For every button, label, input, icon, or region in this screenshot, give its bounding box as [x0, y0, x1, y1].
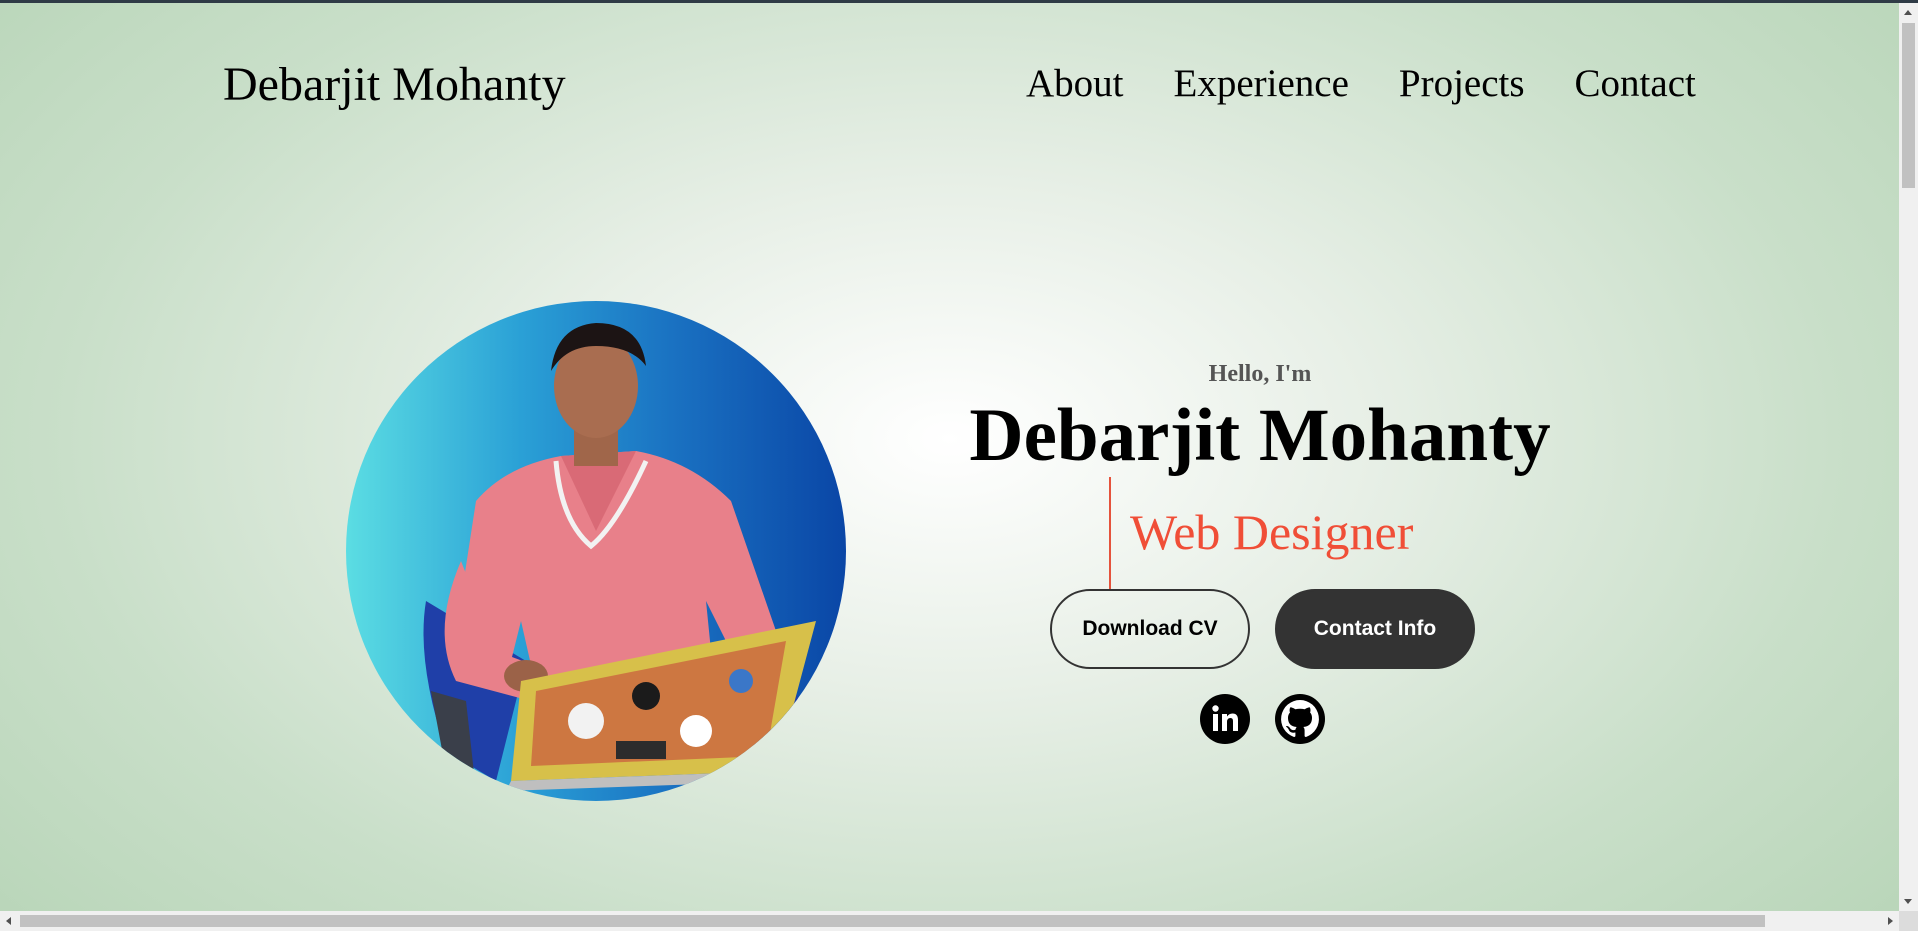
nav-link-about[interactable]: About [1026, 61, 1124, 106]
horizontal-scrollbar[interactable] [0, 911, 1899, 931]
contact-info-button[interactable]: Contact Info [1275, 589, 1475, 669]
download-cv-button[interactable]: Download CV [1050, 589, 1250, 669]
typing-cursor-line [1109, 477, 1111, 589]
vertical-scrollbar[interactable] [1899, 3, 1918, 911]
vertical-scroll-thumb[interactable] [1902, 23, 1915, 188]
main-nav: About Experience Projects Contact [1026, 61, 1696, 106]
scroll-down-arrow-icon[interactable] [1904, 899, 1912, 904]
hero-greeting: Hello, I'm [1208, 361, 1312, 387]
hero-role: Web Designer [1130, 504, 1414, 560]
scroll-up-arrow-icon[interactable] [1904, 10, 1912, 15]
scroll-right-arrow-icon[interactable] [1888, 917, 1893, 925]
page-viewport: Debarjit Mohanty About Experience Projec… [0, 3, 1899, 911]
scrollbar-corner [1899, 911, 1918, 931]
nav-link-projects[interactable]: Projects [1399, 61, 1525, 106]
profile-photo-illustration [423, 323, 816, 791]
linkedin-icon[interactable] [1200, 694, 1250, 744]
nav-link-experience[interactable]: Experience [1174, 61, 1349, 106]
profile-picture [346, 301, 846, 801]
nav-link-contact[interactable]: Contact [1575, 61, 1696, 106]
github-icon[interactable] [1275, 694, 1325, 744]
hero-title: Debarjit Mohanty [969, 394, 1551, 477]
scroll-left-arrow-icon[interactable] [6, 917, 11, 925]
horizontal-scroll-thumb[interactable] [20, 915, 1765, 927]
site-logo[interactable]: Debarjit Mohanty [223, 57, 566, 112]
